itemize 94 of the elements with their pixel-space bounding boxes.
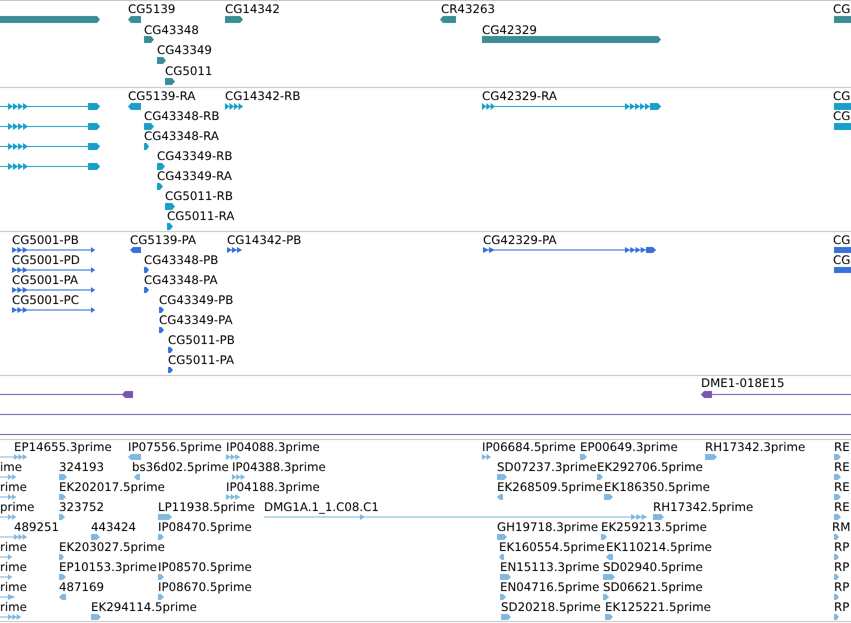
est-label: RH17342.5prime [653, 501, 754, 513]
protein-label: CG43348-PA [144, 274, 218, 286]
est-label: EP00649.3prime [580, 441, 678, 453]
est-label: IP08470.5prime [158, 521, 252, 533]
transcript-label: CG [833, 90, 850, 102]
transcript-label: CG43349-RB [157, 150, 232, 162]
transcript-feature [834, 123, 851, 130]
est-label: EN15113.3prime [500, 561, 600, 573]
gene-label: CG14342 [225, 3, 280, 15]
est-label: IP08670.5prime [158, 581, 252, 593]
est-label: IP07556.5prime [128, 441, 222, 453]
protein-label: CG [833, 234, 850, 246]
clone-label: DME1-018E15 [701, 377, 784, 389]
transcript-label: CG5011-RB [165, 190, 233, 202]
est-label: RE [834, 501, 850, 513]
transcript-label: CG43348-RB [144, 110, 220, 122]
est-label: LP11938.5prime [158, 501, 255, 513]
est-label: IP04388.3prime [232, 461, 326, 473]
est-label: RE [834, 461, 850, 473]
protein-label: CG5139-PA [130, 234, 196, 246]
gene-label: CG43349 [157, 44, 212, 56]
est-label: EN04716.5prime [500, 581, 600, 593]
est-label: RP [834, 601, 850, 613]
protein-label: CG5011-PA [168, 354, 234, 366]
est-label: SD07237.3prime [497, 461, 597, 473]
est-label: GH19718.3prime [497, 521, 598, 533]
protein-label: CG5001-PB [12, 234, 79, 246]
est-label: EK186350.5prime [604, 481, 710, 493]
est-label: EK259213.5prime [601, 521, 707, 533]
est-label: RE [834, 441, 850, 453]
transcript-label: CG5139-RA [128, 90, 196, 102]
est-label: EK110214.5prime [606, 541, 712, 553]
est-label: RE [834, 481, 850, 493]
est-label: 323752 [59, 501, 104, 513]
est-label: EK160554.5prime [499, 541, 605, 553]
est-label: EK292706.5prime [597, 461, 703, 473]
protein-label: CG43348-PB [144, 254, 218, 266]
protein-label: CG [833, 254, 850, 266]
gene-label: CG5011 [165, 65, 212, 77]
est-label: EK125221.5prime [605, 601, 711, 613]
est-label: SD06621.5prime [603, 581, 703, 593]
protein-label: CG5001-PD [12, 254, 80, 266]
est-label: 443424 [91, 521, 136, 533]
est-label: 324193 [59, 461, 104, 473]
protein-label: CG14342-PB [227, 234, 302, 246]
est-label: 489251 [14, 521, 60, 533]
est-label: 487169 [59, 581, 104, 593]
est-label: DMG1A.1_1.C08.C1 [264, 501, 379, 513]
protein-label: CG42329-PA [483, 234, 557, 246]
gene-label: CG [833, 3, 850, 15]
est-label: EK268509.5prime [497, 481, 603, 493]
est-label: IP06684.5prime [482, 441, 576, 453]
est-label: RP [834, 541, 850, 553]
est-label: RM [832, 521, 850, 533]
est-label: IP04088.3prime [226, 441, 320, 453]
est-label: RP [834, 581, 850, 593]
est-label: EP10153.3prime [59, 561, 157, 573]
est-label: ime [0, 461, 22, 473]
transcript-label: CG5011-RA [167, 210, 234, 222]
est-label: rime [0, 561, 27, 573]
transcript-label: CG [833, 110, 850, 122]
transcript-label: CG14342-RB [225, 90, 300, 102]
protein-label: CG5001-PA [12, 274, 78, 286]
est-label: EK203027.5prime [59, 541, 165, 553]
transcript-label: CG43348-RA [144, 130, 219, 142]
protein-label: CG43349-PB [159, 294, 234, 306]
transcript-label: CG42329-RA [482, 90, 557, 102]
transcript-feature [834, 103, 851, 110]
gene-label: CG43348 [144, 24, 199, 36]
gene-label: CR43263 [441, 3, 495, 15]
est-label: EK202017.5prime [59, 481, 165, 493]
est-label: IP08570.5prime [158, 561, 252, 573]
est-label: rime [0, 601, 27, 613]
est-label: rime [0, 481, 27, 493]
protein-label: CG5011-PB [168, 334, 235, 346]
protein-feature [834, 247, 851, 253]
est-label: SD20218.5prime [501, 601, 601, 613]
est-label: EP14655.3prime [14, 441, 112, 453]
est-label: RP [834, 561, 850, 573]
protein-feature [834, 267, 851, 273]
est-label: RH17342.3prime [705, 441, 806, 453]
est-label: rime [0, 581, 27, 593]
protein-label: CG5001-PC [12, 294, 80, 306]
gene-label: CG5139 [128, 3, 176, 15]
protein-label: CG43349-PA [159, 314, 233, 326]
est-label: bs36d02.5prime [132, 461, 229, 473]
transcript-label: CG43349-RA [157, 170, 232, 182]
est-label: rime [0, 541, 27, 553]
est-label: SD02940.5prime [603, 561, 703, 573]
est-label: IP04188.3prime [226, 481, 320, 493]
est-label: EK294114.5prime [91, 601, 197, 613]
est-label: prime [0, 501, 34, 513]
gene-label: CG42329 [482, 24, 537, 36]
gene-feature [834, 16, 851, 23]
